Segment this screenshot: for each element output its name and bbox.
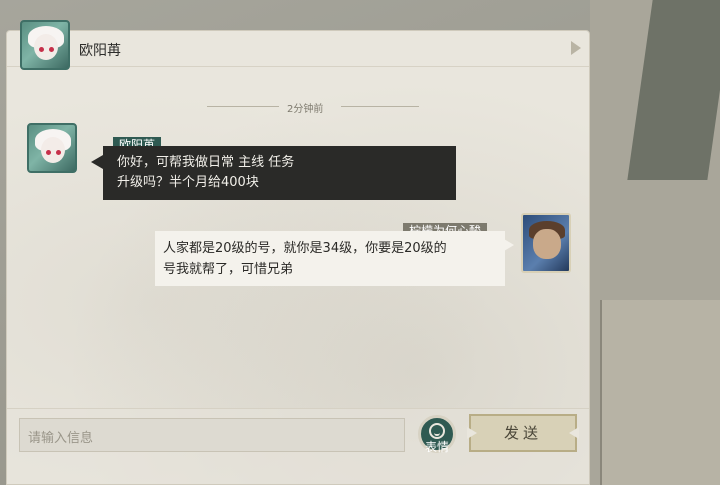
avatar[interactable]: [521, 213, 571, 273]
avatar-eye: [56, 150, 61, 155]
collapse-arrow-icon[interactable]: [571, 41, 581, 55]
background-card: [600, 300, 720, 485]
avatar-face: [34, 34, 58, 60]
message-text: 人家都是20级的号，就你是34级，你要是20级的: [163, 241, 447, 256]
avatar-eye: [39, 47, 44, 52]
send-button[interactable]: 发送: [469, 414, 577, 452]
divider: [341, 106, 419, 107]
avatar-eye: [46, 150, 51, 155]
avatar[interactable]: [27, 123, 77, 173]
avatar-eye: [49, 47, 54, 52]
message-bubble: 你好，可帮我做日常 主线 任务 升级吗？半个月给400块: [103, 146, 456, 200]
message-timestamp: 2分钟前: [287, 104, 324, 115]
message-input[interactable]: 请输入信息: [19, 418, 405, 452]
avatar-face: [41, 137, 65, 163]
message-text: 你好，可帮我做日常 主线 任务: [117, 155, 295, 170]
message-text: 号我就帮了，可惜兄弟: [163, 262, 294, 277]
chat-title: 欧阳苒: [79, 43, 121, 59]
bubble-pointer: [504, 239, 514, 251]
message-text: 升级吗？半个月给400块: [117, 175, 259, 190]
avatar-face: [533, 229, 561, 259]
divider: [207, 106, 279, 107]
chat-header: 欧阳苒: [7, 31, 589, 67]
bubble-pointer: [91, 155, 103, 169]
emoji-label: 表情: [425, 440, 450, 454]
message-bubble: 人家都是20级的号，就你是34级，你要是20级的 号我就帮了，可惜兄弟: [155, 231, 505, 286]
smiley-icon: [429, 423, 445, 439]
header-avatar[interactable]: [20, 20, 70, 70]
